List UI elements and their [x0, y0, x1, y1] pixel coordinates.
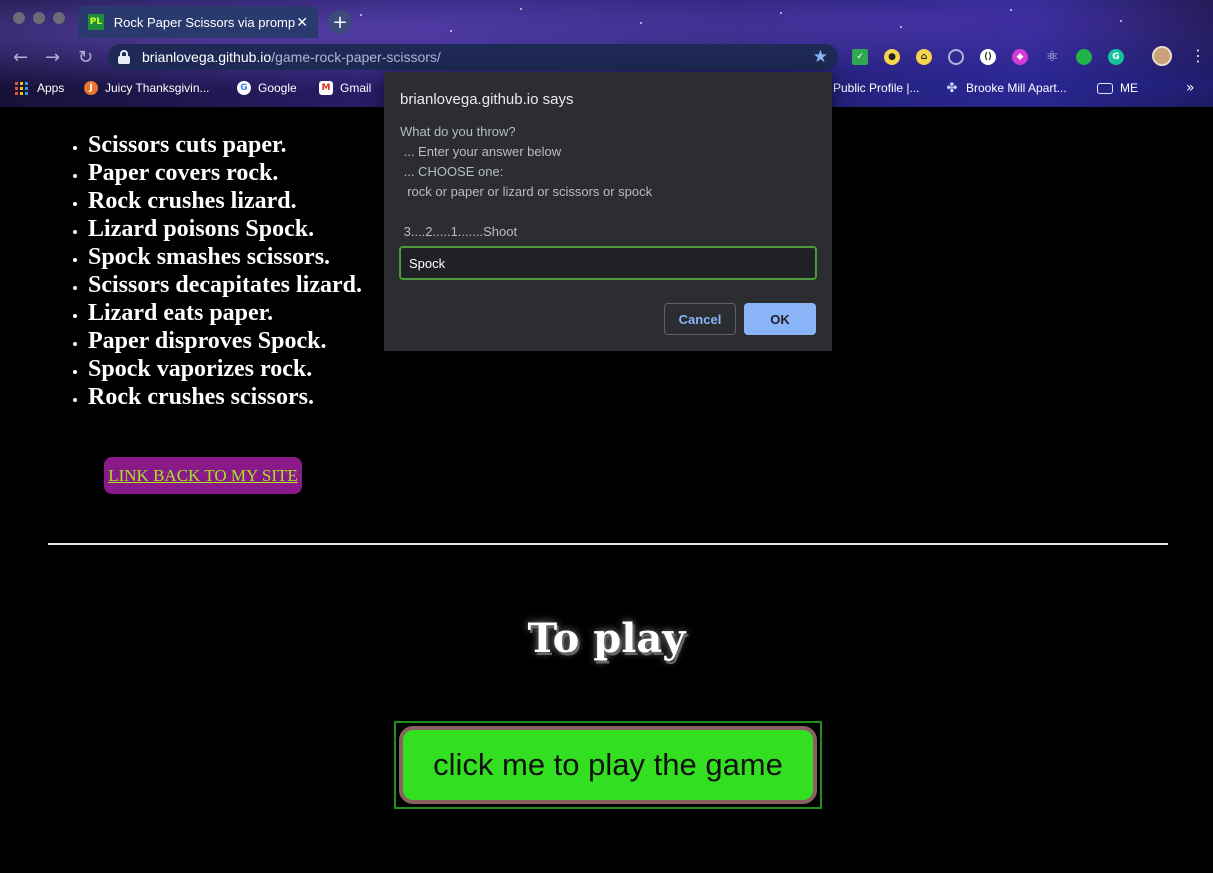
new-tab-button[interactable]: + [328, 10, 352, 34]
bookmark-apps[interactable]: Apps [15, 81, 64, 95]
rule-item: Rock crushes scissors. [88, 383, 362, 411]
bookmark-gmail[interactable]: M Gmail [319, 81, 371, 95]
rule-item: Rock crushes lizard. [88, 187, 362, 215]
profile-avatar[interactable] [1152, 46, 1172, 66]
rule-item: Spock vaporizes rock. [88, 355, 362, 383]
cancel-button[interactable]: Cancel [664, 303, 736, 335]
to-play-heading: To play [527, 615, 686, 662]
address-bar[interactable]: brianlovega.github.io/game-rock-paper-sc… [108, 44, 838, 70]
bookmarks-overflow-icon[interactable]: » [1186, 80, 1195, 96]
bookmark-label: Apps [37, 81, 65, 95]
dialog-message: What do you throw? ... Enter your answer… [400, 124, 653, 239]
link-back-to-site[interactable]: LINK BACK TO MY SITE [104, 457, 302, 494]
url-host: brianlovega.github.io [142, 49, 272, 65]
juicy-favicon: J [84, 81, 98, 95]
window-minimize-button[interactable] [33, 12, 45, 24]
bookmark-label: Public Profile |... [833, 81, 920, 95]
bookmark-brooke-mill[interactable]: ✤ Brooke Mill Apart... [945, 80, 1067, 96]
grammarly-extension-icon[interactable]: G [1108, 49, 1124, 65]
rule-item: Paper covers rock. [88, 159, 362, 187]
wallpaper-star [1010, 9, 1012, 11]
folder-icon [1097, 82, 1113, 94]
rules-list: Scissors cuts paper. Paper covers rock. … [88, 131, 362, 411]
wallpaper-star [360, 14, 362, 16]
bookmark-label: ME [1120, 81, 1138, 95]
rule-item: Scissors cuts paper. [88, 131, 362, 159]
bookmark-google[interactable]: G Google [237, 81, 297, 95]
rule-item: Spock smashes scissors. [88, 243, 362, 271]
horizontal-divider [48, 543, 1168, 545]
bookmark-label: Juicy Thanksgivin... [105, 81, 210, 95]
green-extension-icon[interactable] [1076, 49, 1092, 65]
bookmark-star-icon[interactable]: ★ [813, 47, 828, 67]
wallpaper-star [520, 8, 522, 10]
rule-item: Lizard eats paper. [88, 299, 362, 327]
podcast-extension-icon[interactable] [948, 49, 964, 65]
tab-rock-paper-scissors[interactable]: PL Rock Paper Scissors via promp ✕ [78, 6, 318, 38]
dialog-title: brianlovega.github.io says [400, 91, 574, 108]
play-game-button[interactable]: click me to play the game [399, 726, 817, 804]
browser-toolbar: ← → ↻ brianlovega.github.io/game-rock-pa… [0, 38, 1213, 76]
rule-item: Scissors decapitates lizard. [88, 271, 362, 299]
answer-input[interactable] [399, 246, 817, 280]
building-favicon: ✤ [946, 80, 958, 96]
site-favicon: PL [88, 14, 104, 30]
tab-title: Rock Paper Scissors via promp [113, 14, 296, 30]
bookmark-juicy-thanksgiving[interactable]: J Juicy Thanksgivin... [84, 81, 210, 95]
reload-icon[interactable]: ↻ [78, 47, 93, 68]
bookmark-public-profile[interactable]: Public Profile |... [833, 81, 919, 95]
checkbox-extension-icon[interactable]: ✓ [852, 49, 868, 65]
wallpaper-star [900, 26, 902, 28]
bookmark-label: Gmail [340, 81, 372, 95]
graphql-extension-icon[interactable]: ◆ [1012, 49, 1028, 65]
code-extension-icon[interactable]: ⟨⟩ [980, 49, 996, 65]
window-zoom-button[interactable] [53, 12, 65, 24]
google-favicon: G [237, 81, 251, 95]
lock-icon[interactable] [118, 50, 130, 64]
browser-menu-icon[interactable]: ⋮ [1190, 46, 1206, 65]
back-arrow-icon[interactable]: ← [13, 47, 28, 68]
forward-arrow-icon[interactable]: → [45, 47, 60, 68]
wallpaper-star [640, 22, 642, 24]
bookmark-folder-me[interactable]: ME [1097, 81, 1138, 95]
play-button-focus-ring: click me to play the game [394, 721, 822, 809]
rule-item: Paper disproves Spock. [88, 327, 362, 355]
home-extension-icon[interactable]: ⌂ [916, 49, 932, 65]
url-path: /game-rock-paper-scissors/ [271, 49, 441, 65]
gmail-favicon: M [319, 81, 333, 95]
wallpaper-star [780, 12, 782, 14]
rule-item: Lizard poisons Spock. [88, 215, 362, 243]
ok-button[interactable]: OK [744, 303, 816, 335]
tab-close-icon[interactable]: ✕ [296, 14, 308, 31]
bookmark-label: Brooke Mill Apart... [966, 81, 1067, 95]
search-extension-icon[interactable]: ● [884, 49, 900, 65]
wallpaper-star [1120, 20, 1122, 22]
bookmark-label: Google [258, 81, 297, 95]
window-close-button[interactable] [13, 12, 25, 24]
react-extension-icon[interactable]: ⚛ [1044, 49, 1060, 65]
prompt-dialog: brianlovega.github.io says What do you t… [384, 72, 832, 351]
wallpaper-star [450, 30, 452, 32]
apps-grid-icon [15, 81, 28, 95]
